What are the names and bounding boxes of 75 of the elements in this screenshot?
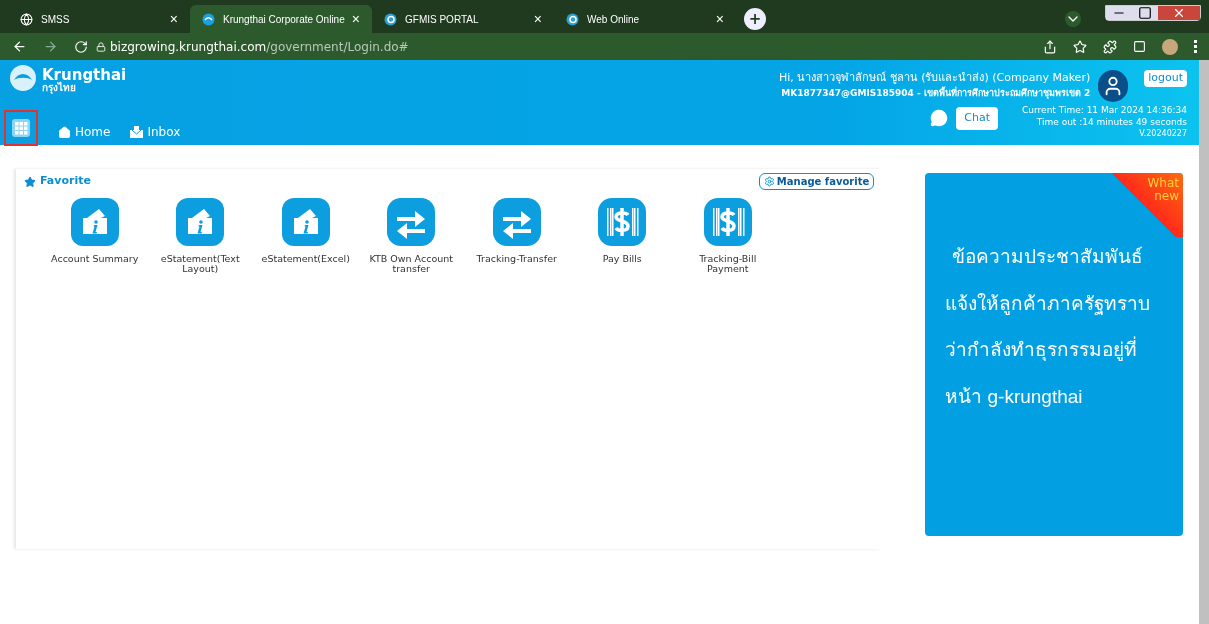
timeout-text: Time out :14 minutes 49 seconds [1036,116,1187,128]
favorite-title: Favorite [40,173,91,190]
favorite-label: Pay Bills [601,254,643,264]
news-text-line: ว่ากำลังทำธุรกรรมอยู่ที่ [945,336,1183,365]
favorite-item[interactable]: KTB Own Account transfer [358,198,464,274]
favorite-item[interactable]: Tracking-Transfer [464,198,570,274]
grid-icon [12,119,30,137]
manage-favorite-button[interactable]: Manage favorite [758,173,875,190]
browser-tab[interactable]: SMSS × [8,5,190,33]
tab-close-button[interactable]: × [715,8,724,30]
lock-icon [96,41,106,52]
favorite-item[interactable]: eStatement(Text Layout) [147,198,253,274]
bookmark-icon[interactable] [1073,39,1087,54]
star-icon [24,175,36,188]
favorite-label: KTB Own Account transfer [368,254,454,274]
account-text: MK1877347@GMIS185904 - เขตพื้นที่การศึกษาประถมศึกษาชุมพรเขต 2 [781,86,1091,100]
favorite-item[interactable]: eStatement(Excel) [253,198,359,274]
url-host: bizgrowing.krungthai.com [110,38,267,56]
news-text-line: หน้า g-krungthai [945,384,1084,409]
browser-tab[interactable]: Krungthai Corporate Online × [190,5,372,33]
favorite-label: eStatement(Excel) [260,254,351,264]
document-info-icon [70,198,119,246]
tab-title: GFMIS PORTAL [405,12,480,27]
globe-icon [20,12,33,26]
brand-name: Krungthai [42,67,127,83]
forward-icon[interactable] [43,39,58,54]
reload-icon[interactable] [74,39,88,54]
news-text-line: แจ้งให้ลูกค้าภาครัฐทราบ [945,291,1152,317]
browser-tab[interactable]: Web Online × [554,5,736,33]
favorite-item[interactable]: Account Summary [42,198,148,274]
url-path: /government/Login.do# [266,38,409,56]
favorite-label: Tracking-Transfer [475,254,558,264]
current-time: Current Time: 11 Mar 2024 14:36:34 [1022,104,1187,116]
share-icon[interactable] [1043,39,1057,54]
dollar-barcode-icon [598,198,647,246]
brand-thai: กรุงไทย [42,82,76,93]
favorite-label: Tracking-Bill Payment [698,254,758,274]
tab-close-button[interactable]: × [169,8,178,30]
tab-close-button[interactable]: × [533,8,542,30]
browser-tab[interactable]: GFMIS PORTAL × [372,5,554,33]
document-info-icon [281,198,330,246]
tab-close-button[interactable]: × [351,8,360,30]
tab-search-icon[interactable] [1065,11,1081,27]
transfer-arrows-icon [387,198,436,246]
home-icon [58,125,71,139]
document-info-icon [176,198,225,246]
maximize-icon[interactable] [1132,6,1158,20]
news-text-line: ข้อความประชาสัมพันธ์ [951,245,1145,269]
favorite-item[interactable]: Pay Bills [569,198,675,274]
favorite-label: eStatement(Text Layout) [159,254,241,274]
minimize-icon[interactable] [1106,6,1132,20]
settings-icon [763,176,775,187]
tab-title: Krungthai Corporate Online [223,12,344,27]
extensions-icon[interactable] [1103,39,1117,54]
back-icon[interactable] [12,39,27,54]
chat-bubble-icon[interactable] [930,109,949,128]
new-tab-button[interactable]: + [744,8,766,30]
favorite-item[interactable]: Tracking-Bill Payment [675,198,781,274]
logout-button[interactable]: logout [1144,70,1187,87]
tab-title: Web Online [587,12,641,27]
inbox-icon [130,126,144,138]
menu-icon[interactable] [1194,40,1197,53]
transfer-arrows-icon [492,198,541,246]
version-text: V.20240227 [1139,128,1187,140]
favorite-label: Account Summary [50,254,140,264]
dollar-barcode-icon [703,198,752,246]
url-field[interactable]: bizgrowing.krungthai.com/government/Login.do# [96,37,409,56]
user-avatar [1098,70,1129,102]
close-icon[interactable] [1158,6,1200,20]
profile-avatar[interactable] [1162,38,1178,55]
apps-grid-button[interactable] [4,110,38,146]
side-panel-icon[interactable] [1133,40,1146,53]
tab-title: SMSS [41,12,71,27]
chat-button[interactable]: Chat [956,107,999,130]
greeting-text: Hi, นางสาวจุฬาลักษณ์ ชูลาน (รับและนำส่ง) (Company Maker) [778,70,1091,86]
